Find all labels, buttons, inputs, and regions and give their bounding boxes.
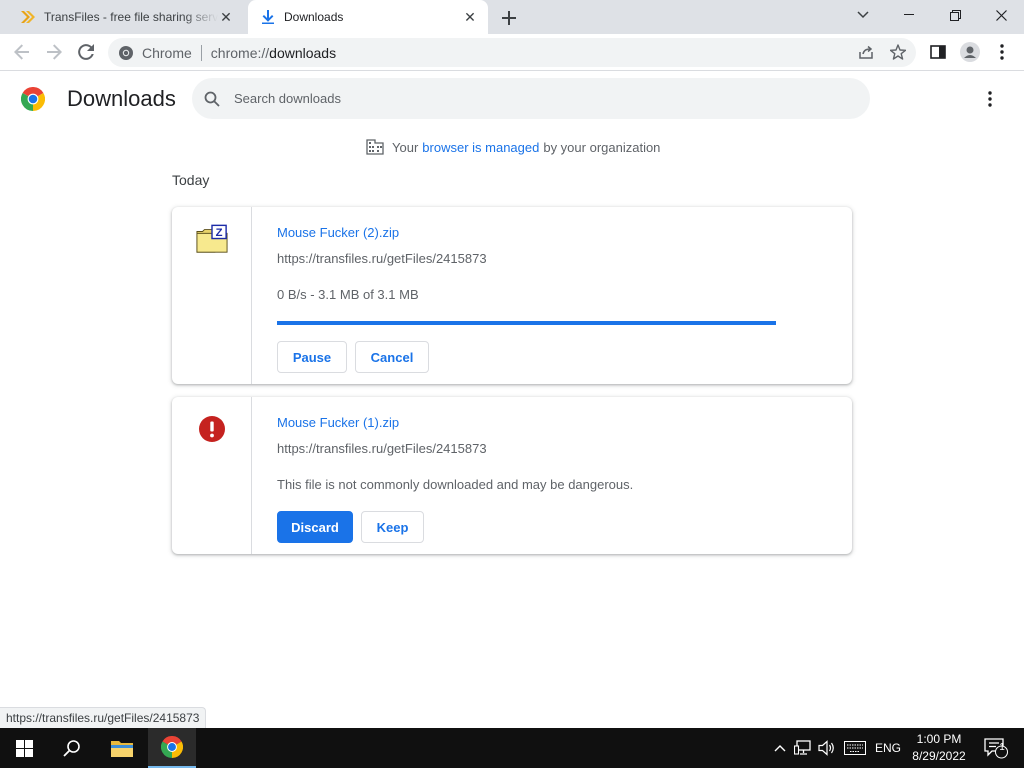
star-icon: [890, 44, 906, 60]
avatar-icon: [960, 42, 980, 62]
browser-toolbar: Chrome chrome://downloads: [0, 34, 1024, 71]
profile-button[interactable]: [958, 40, 982, 64]
building-icon: [366, 139, 384, 155]
clock-date: 8/29/2022: [912, 749, 966, 763]
more-vert-icon: [988, 91, 992, 107]
download-status: 0 B/s - 3.1 MB of 3.1 MB: [277, 287, 419, 302]
speaker-icon: [818, 740, 834, 756]
tab-downloads[interactable]: Downloads ✕: [248, 0, 488, 34]
clock-button[interactable]: 1:00 PM 8/29/2022: [908, 731, 970, 765]
tab-search-button[interactable]: [840, 0, 886, 30]
close-tab-icon[interactable]: ✕: [218, 9, 234, 25]
share-button[interactable]: [854, 40, 878, 64]
search-icon: [204, 91, 220, 107]
back-arrow-icon: [14, 44, 29, 60]
download-item: Mouse Fucker (1).zip https://transfiles.…: [172, 397, 852, 554]
managed-link[interactable]: browser is managed: [422, 140, 539, 155]
page-title: Downloads: [67, 86, 176, 111]
keep-button[interactable]: Keep: [361, 511, 424, 543]
reload-button[interactable]: [74, 40, 98, 64]
transfiles-icon: [20, 9, 36, 25]
taskbar-search-button[interactable]: [48, 728, 96, 768]
touch-keyboard-button[interactable]: [842, 728, 868, 768]
divider: [200, 44, 202, 61]
file-url[interactable]: https://transfiles.ru/getFiles/2415873: [277, 441, 487, 456]
svg-text:Z: Z: [216, 227, 223, 239]
progress-fill: [277, 321, 776, 325]
pause-button[interactable]: Pause: [277, 341, 347, 373]
start-button[interactable]: [0, 728, 48, 768]
tab-title: Downloads: [284, 10, 344, 24]
managed-notice: Your browser is managed by your organiza…: [366, 139, 660, 155]
chrome-taskbar-button[interactable]: [148, 728, 196, 768]
windows-taskbar: ENG 1:00 PM 8/29/2022 1: [0, 728, 1024, 768]
site-chip-label: Chrome: [142, 44, 192, 61]
site-info-chip[interactable]: Chrome: [118, 45, 192, 61]
downloads-menu-button[interactable]: [978, 87, 1002, 111]
cancel-button[interactable]: Cancel: [355, 341, 429, 373]
action-center-button[interactable]: 1: [978, 728, 1014, 768]
chrome-icon: [119, 45, 133, 60]
address-bar[interactable]: Chrome chrome://downloads: [108, 38, 916, 67]
notification-count: 1: [999, 742, 1005, 753]
bookmark-button[interactable]: [886, 40, 910, 64]
file-url[interactable]: https://transfiles.ru/getFiles/2415873: [277, 251, 487, 266]
managed-suffix: by your organization: [543, 139, 661, 155]
discard-button[interactable]: Discard: [277, 511, 353, 543]
search-icon: [63, 740, 80, 757]
browser-menu-button[interactable]: [990, 40, 1014, 64]
back-button[interactable]: [10, 40, 34, 64]
restore-icon: [949, 9, 961, 21]
forward-arrow-icon: [47, 44, 62, 60]
restore-button[interactable]: [932, 0, 978, 30]
share-icon: [859, 45, 873, 59]
input-language-button[interactable]: ENG: [872, 728, 904, 768]
windows-logo-icon: [15, 739, 33, 757]
close-tab-icon[interactable]: ✕: [462, 9, 478, 25]
chrome-logo-icon: [21, 87, 45, 111]
link-status-bubble: https://transfiles.ru/getFiles/2415873: [0, 707, 207, 728]
managed-prefix: Your: [392, 139, 419, 155]
folder-icon: [111, 741, 133, 757]
file-name-link[interactable]: Mouse Fucker (2).zip: [277, 225, 399, 240]
warning-icon: [196, 413, 228, 445]
download-progress-bar: [277, 321, 776, 325]
minimize-button[interactable]: [886, 0, 932, 30]
tab-strip: TransFiles - free file sharing service ✕…: [0, 0, 1024, 34]
forward-button[interactable]: [42, 40, 66, 64]
search-input[interactable]: [234, 91, 834, 106]
tab-title: TransFiles - free file sharing service: [44, 10, 218, 24]
chevron-down-icon: [857, 11, 869, 19]
danger-warning-text: This file is not commonly downloaded and…: [277, 477, 634, 492]
download-icon: [260, 9, 276, 25]
more-vert-icon: [1000, 44, 1004, 60]
chevron-up-icon: [774, 745, 786, 752]
reload-icon: [78, 44, 94, 60]
chrome-icon: [161, 736, 183, 758]
file-name-link[interactable]: Mouse Fucker (1).zip: [277, 415, 399, 430]
volume-button[interactable]: [816, 728, 838, 768]
url-text: chrome://downloads: [211, 45, 336, 61]
network-button[interactable]: [792, 728, 814, 768]
keyboard-icon: [844, 741, 866, 755]
side-panel-button[interactable]: [926, 40, 950, 64]
new-tab-button[interactable]: [498, 7, 520, 29]
zip-file-icon: Z: [196, 223, 228, 255]
network-icon: [794, 740, 811, 755]
url-path: downloads: [269, 44, 337, 61]
clock-time: 1:00 PM: [916, 732, 962, 746]
show-hidden-icons-button[interactable]: [770, 728, 790, 768]
close-icon: [995, 9, 1007, 21]
close-window-button[interactable]: [978, 0, 1024, 30]
url-scheme: chrome://: [210, 44, 270, 61]
download-item: Z Mouse Fucker (2).zip https://transfile…: [172, 207, 852, 384]
date-header: Today: [172, 172, 210, 188]
file-explorer-button[interactable]: [98, 728, 146, 768]
plus-icon: [502, 11, 516, 25]
search-downloads-bar[interactable]: [192, 78, 870, 119]
tab-transfiles[interactable]: TransFiles - free file sharing service ✕: [8, 0, 244, 34]
side-panel-icon: [930, 45, 946, 59]
minimize-icon: [904, 14, 914, 15]
